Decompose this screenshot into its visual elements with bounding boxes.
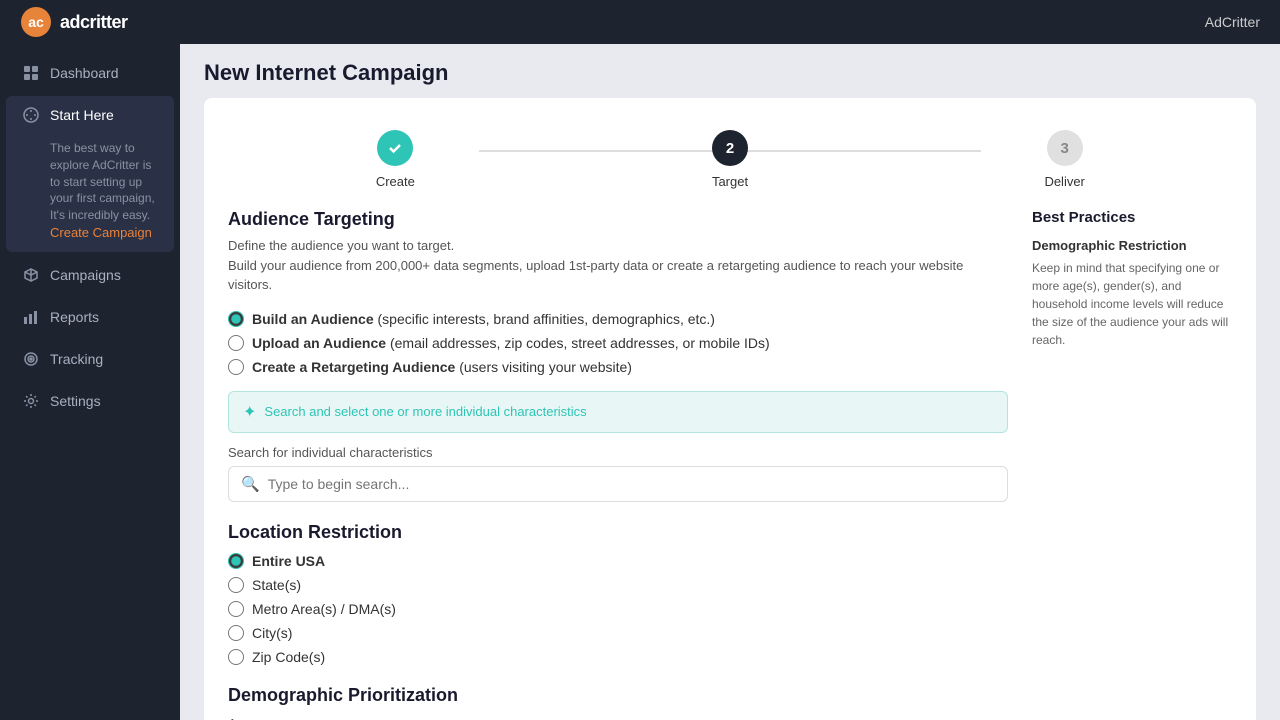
page-title: New Internet Campaign bbox=[204, 60, 1256, 86]
logo: ac adcritter bbox=[20, 6, 128, 38]
sparkle-icon: ✦ bbox=[243, 402, 256, 422]
box-icon bbox=[22, 266, 40, 284]
gear-icon bbox=[22, 392, 40, 410]
card-inner: Audience Targeting Define the audience y… bbox=[228, 209, 1232, 720]
bp-section-title: Demographic Restriction bbox=[1032, 238, 1232, 253]
search-label: Search for individual characteristics bbox=[228, 445, 1008, 460]
audience-option-upload[interactable]: Upload an Audience (email addresses, zip… bbox=[228, 335, 1008, 351]
step-deliver: 3 Deliver bbox=[897, 130, 1232, 189]
sidebar-label-dashboard: Dashboard bbox=[50, 65, 119, 81]
age-ranges-label: Age ranges bbox=[228, 716, 1008, 720]
content-area: New Internet Campaign Create 2 Target bbox=[180, 44, 1280, 720]
start-here-description: The best way to explore AdCritter is to … bbox=[22, 140, 158, 252]
logo-icon: ac bbox=[20, 6, 52, 38]
location-option-metro[interactable]: Metro Area(s) / DMA(s) bbox=[228, 601, 1008, 617]
sidebar-item-reports[interactable]: Reports bbox=[6, 298, 174, 336]
top-navigation: ac adcritter AdCritter bbox=[0, 0, 1280, 44]
best-practices-title: Best Practices bbox=[1032, 209, 1232, 226]
grid-icon bbox=[22, 64, 40, 82]
step-target-circle: 2 bbox=[712, 130, 748, 166]
audience-option-build[interactable]: Build an Audience (specific interests, b… bbox=[228, 311, 1008, 327]
location-option-city[interactable]: City(s) bbox=[228, 625, 1008, 641]
age-ranges-group: Age ranges All 18-24 25-34 35-44 45-54 5… bbox=[228, 716, 1008, 720]
bp-text: Keep in mind that specifying one or more… bbox=[1032, 259, 1232, 349]
step-deliver-label: Deliver bbox=[1044, 174, 1084, 189]
location-option-zip[interactable]: Zip Code(s) bbox=[228, 649, 1008, 665]
step-target-label: Target bbox=[712, 174, 748, 189]
location-option-usa[interactable]: Entire USA bbox=[228, 553, 1008, 569]
step-create-circle bbox=[377, 130, 413, 166]
sidebar-label-tracking: Tracking bbox=[50, 351, 103, 367]
sidebar-item-start-here[interactable]: Start Here The best way to explore AdCri… bbox=[6, 96, 174, 252]
search-hint-bar[interactable]: ✦ Search and select one or more individu… bbox=[228, 391, 1008, 433]
location-restriction-section: Location Restriction Entire USA State(s) bbox=[228, 522, 1008, 665]
step-deliver-circle: 3 bbox=[1047, 130, 1083, 166]
logo-text: adcritter bbox=[60, 12, 128, 33]
audience-options: Build an Audience (specific interests, b… bbox=[228, 311, 1008, 375]
sidebar-item-dashboard[interactable]: Dashboard bbox=[6, 54, 174, 92]
sidebar: Dashboard Start Here The best way to exp… bbox=[0, 44, 180, 720]
svg-text:ac: ac bbox=[28, 14, 44, 30]
location-options: Entire USA State(s) Metro Area(s) / DMA(… bbox=[228, 553, 1008, 665]
best-practices-panel: Best Practices Demographic Restriction K… bbox=[1032, 209, 1232, 720]
sidebar-label-start-here: Start Here bbox=[50, 107, 114, 123]
search-input[interactable] bbox=[268, 476, 995, 492]
create-campaign-link[interactable]: Create Campaign bbox=[50, 225, 152, 240]
audience-option-retarget[interactable]: Create a Retargeting Audience (users vis… bbox=[228, 359, 1008, 375]
target-icon bbox=[22, 350, 40, 368]
card-left: Audience Targeting Define the audience y… bbox=[228, 209, 1008, 720]
stepper: Create 2 Target 3 Deliver bbox=[228, 122, 1232, 209]
step-target: 2 Target bbox=[563, 130, 898, 189]
sidebar-label-campaigns: Campaigns bbox=[50, 267, 121, 283]
page-header: New Internet Campaign bbox=[180, 44, 1280, 98]
demographic-section: Demographic Prioritization Age ranges Al… bbox=[228, 685, 1008, 720]
audience-targeting-title: Audience Targeting bbox=[228, 209, 1008, 230]
location-option-state[interactable]: State(s) bbox=[228, 577, 1008, 593]
sidebar-item-tracking[interactable]: Tracking bbox=[6, 340, 174, 378]
sidebar-label-reports: Reports bbox=[50, 309, 99, 325]
demographic-title: Demographic Prioritization bbox=[228, 685, 1008, 706]
stepper-card: Create 2 Target 3 Deliver bbox=[204, 98, 1256, 720]
audience-targeting-section: Audience Targeting Define the audience y… bbox=[228, 209, 1008, 502]
compass-icon bbox=[22, 106, 40, 124]
step-create: Create bbox=[228, 130, 563, 189]
sidebar-item-settings[interactable]: Settings bbox=[6, 382, 174, 420]
step-create-label: Create bbox=[376, 174, 415, 189]
user-label: AdCritter bbox=[1205, 14, 1260, 30]
search-icon: 🔍 bbox=[241, 475, 260, 493]
location-restriction-title: Location Restriction bbox=[228, 522, 1008, 543]
audience-targeting-desc: Define the audience you want to target. … bbox=[228, 236, 1008, 295]
sidebar-item-campaigns[interactable]: Campaigns bbox=[6, 256, 174, 294]
search-input-wrap[interactable]: 🔍 bbox=[228, 466, 1008, 502]
sidebar-label-settings: Settings bbox=[50, 393, 101, 409]
bar-chart-icon bbox=[22, 308, 40, 326]
